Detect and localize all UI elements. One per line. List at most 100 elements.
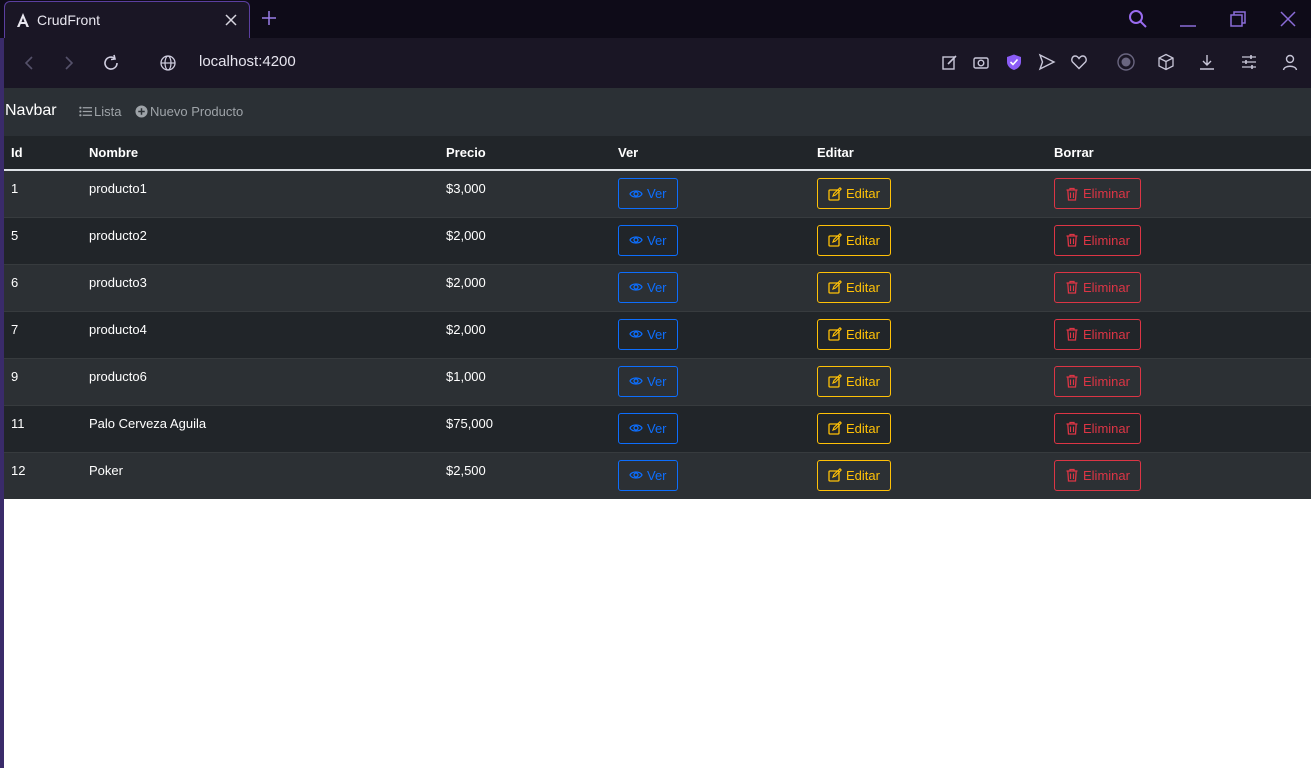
eliminar-button[interactable]: Eliminar	[1054, 318, 1141, 350]
send-icon[interactable]	[1038, 53, 1056, 71]
pencil-square-icon	[828, 280, 842, 294]
cell-id: 12	[4, 451, 82, 499]
settings-sliders-icon[interactable]	[1240, 53, 1258, 71]
eliminar-button[interactable]: Eliminar	[1054, 271, 1141, 303]
editar-button[interactable]: Editar	[817, 178, 891, 209]
pencil-square-icon	[828, 327, 842, 341]
minimize-icon[interactable]	[1178, 9, 1198, 29]
trash-icon	[1066, 233, 1078, 247]
edit-page-icon[interactable]	[941, 53, 959, 71]
ver-button[interactable]: Ver	[618, 271, 678, 303]
cell-borrar: Eliminar	[1047, 169, 1311, 217]
browser-titlebar: CrudFront	[0, 0, 1311, 39]
ver-button[interactable]: Ver	[618, 459, 678, 491]
editar-button[interactable]: Editar	[817, 318, 891, 350]
editar-button[interactable]: Editar	[817, 459, 891, 491]
products-table: Id Nombre Precio Ver Editar Borrar 1 prod…	[4, 136, 1311, 499]
cell-id-text: 6	[11, 274, 19, 290]
table-row: 5 producto2 $2,000 Ver Editar Eliminar	[4, 216, 1311, 264]
cell-nombre-text: Poker	[89, 462, 123, 478]
editar-button-label: Editar	[846, 420, 880, 436]
ver-button[interactable]: Ver	[618, 412, 678, 444]
ver-button-label: Ver	[647, 232, 667, 248]
reload-icon[interactable]	[102, 54, 120, 72]
cell-editar: Editar	[810, 216, 1047, 264]
cell-id: 9	[4, 357, 82, 405]
pencil-square-icon	[828, 233, 842, 247]
pencil-square-icon	[828, 186, 842, 201]
eliminar-button-label: Eliminar	[1083, 467, 1130, 483]
new-tab-icon[interactable]	[260, 9, 278, 27]
editar-button[interactable]: Editar	[817, 271, 891, 303]
cell-nombre-text: producto3	[89, 274, 147, 290]
profile-icon[interactable]	[1281, 53, 1299, 71]
navbar-brand[interactable]: Navbar	[5, 102, 57, 120]
record-icon[interactable]	[1117, 53, 1135, 71]
forward-icon[interactable]	[60, 54, 78, 72]
close-tab-icon[interactable]	[223, 12, 239, 28]
trash-icon	[1066, 374, 1078, 388]
header-ver: Ver	[611, 136, 810, 171]
header-borrar: Borrar	[1047, 136, 1311, 171]
eye-icon	[629, 330, 643, 338]
globe-icon	[160, 55, 176, 71]
cell-nombre: producto3	[82, 263, 439, 311]
cube-icon[interactable]	[1157, 53, 1175, 71]
cell-nombre: producto2	[82, 216, 439, 264]
editar-button[interactable]: Editar	[817, 412, 891, 444]
camera-icon[interactable]	[972, 53, 990, 71]
eliminar-button-label: Eliminar	[1083, 279, 1130, 295]
cell-precio-text: $2,500	[446, 462, 486, 478]
close-window-icon[interactable]	[1278, 9, 1298, 29]
eye-icon	[629, 377, 643, 385]
heart-icon[interactable]	[1070, 53, 1088, 71]
cell-id: 1	[4, 169, 82, 217]
ver-button[interactable]: Ver	[618, 224, 678, 256]
eliminar-button[interactable]: Eliminar	[1054, 412, 1141, 444]
web-page: Navbar Lista Nuevo Producto Id Nombre Pr…	[4, 88, 1311, 768]
cell-id: 5	[4, 216, 82, 264]
browser-toolbar: localhost:4200	[4, 38, 1311, 88]
search-icon[interactable]	[1128, 9, 1148, 29]
cell-ver: Ver	[611, 263, 810, 311]
download-icon[interactable]	[1198, 53, 1216, 71]
restore-icon[interactable]	[1228, 9, 1248, 29]
eliminar-button[interactable]: Eliminar	[1054, 178, 1141, 209]
browser-tab[interactable]: CrudFront	[4, 1, 250, 39]
cell-borrar: Eliminar	[1047, 404, 1311, 452]
eye-icon	[629, 283, 643, 291]
editar-button[interactable]: Editar	[817, 365, 891, 397]
cell-ver: Ver	[611, 451, 810, 499]
pencil-square-icon	[828, 421, 842, 435]
nav-link-lista[interactable]: Lista	[79, 104, 121, 119]
plus-circle-icon	[135, 105, 148, 118]
address-bar[interactable]: localhost:4200	[199, 53, 296, 70]
ver-button[interactable]: Ver	[618, 365, 678, 397]
editar-button-label: Editar	[846, 186, 880, 201]
ver-button[interactable]: Ver	[618, 178, 678, 209]
cell-id: 6	[4, 263, 82, 311]
cell-precio: $2,000	[439, 216, 611, 264]
eliminar-button[interactable]: Eliminar	[1054, 365, 1141, 397]
eliminar-button[interactable]: Eliminar	[1054, 459, 1141, 491]
trash-icon	[1066, 421, 1078, 435]
trash-icon	[1066, 187, 1078, 201]
angular-logo-icon	[17, 13, 29, 27]
editar-button[interactable]: Editar	[817, 224, 891, 256]
cell-id-text: 11	[11, 415, 25, 431]
ver-button-label: Ver	[647, 467, 667, 483]
cell-borrar: Eliminar	[1047, 263, 1311, 311]
cell-precio-text: $2,000	[446, 274, 486, 290]
cell-nombre-text: producto1	[89, 181, 147, 196]
cell-nombre: Poker	[82, 451, 439, 499]
eliminar-button[interactable]: Eliminar	[1054, 224, 1141, 256]
app-navbar: Navbar Lista Nuevo Producto	[4, 88, 1311, 136]
cell-id-text: 7	[11, 321, 19, 337]
eye-icon	[629, 471, 643, 479]
back-icon[interactable]	[20, 54, 38, 72]
header-editar: Editar	[810, 136, 1047, 171]
ver-button[interactable]: Ver	[618, 318, 678, 350]
eye-icon	[629, 424, 643, 432]
nav-link-nuevo-producto[interactable]: Nuevo Producto	[135, 104, 243, 119]
shield-icon[interactable]	[1005, 53, 1023, 71]
